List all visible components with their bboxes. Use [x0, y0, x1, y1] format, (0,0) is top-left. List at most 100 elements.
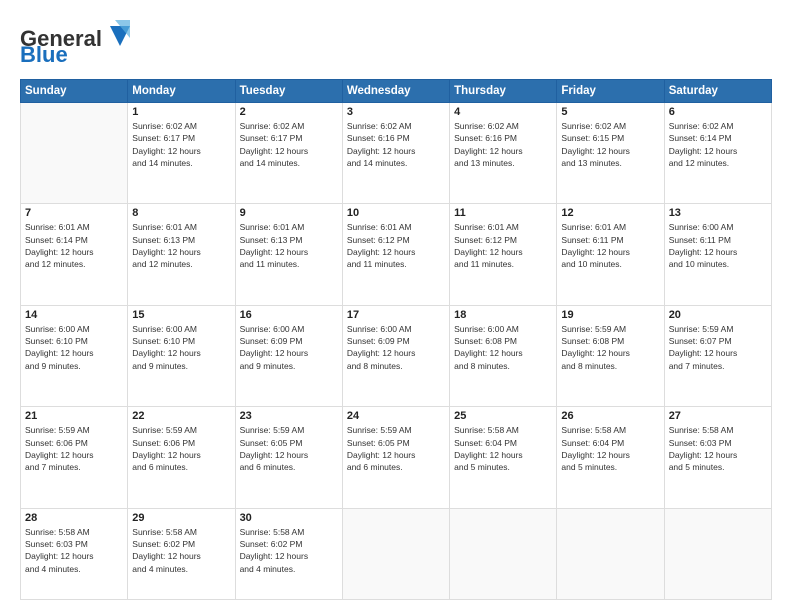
day-number: 18 [454, 309, 552, 321]
calendar-cell: 3 Sunrise: 6:02 AM Sunset: 6:16 PM Daylig… [342, 103, 449, 204]
day-number: 11 [454, 207, 552, 219]
calendar-cell: 10Sunrise: 6:01 AM Sunset: 6:12 PM Dayli… [342, 204, 449, 305]
day-number: 25 [454, 410, 552, 422]
day-number: 28 [25, 512, 123, 524]
calendar-cell: 16 Sunrise: 6:00 AM Sunset: 6:09 PM Dayli… [235, 305, 342, 406]
calendar-week-4: 21 Sunrise: 5:59 AM Sunset: 6:06 PM Dayli… [21, 407, 772, 508]
calendar-cell: 7 Sunrise: 6:01 AM Sunset: 6:14 PM Daylig… [21, 204, 128, 305]
day-info: Sunrise: 5:59 AM Sunset: 6:08 PM Dayligh… [561, 323, 659, 372]
day-info: Sunrise: 5:58 AM Sunset: 6:04 PM Dayligh… [454, 424, 552, 473]
calendar-cell: 21 Sunrise: 5:59 AM Sunset: 6:06 PM Dayli… [21, 407, 128, 508]
day-number: 27 [669, 410, 767, 422]
calendar-header-monday: Monday [128, 80, 235, 103]
calendar-cell: 6 Sunrise: 6:02 AM Sunset: 6:14 PM Daylig… [664, 103, 771, 204]
day-number: 9 [240, 207, 338, 219]
calendar-cell: 14 Sunrise: 6:00 AM Sunset: 6:10 PM Dayli… [21, 305, 128, 406]
calendar-cell: 22Sunrise: 5:59 AM Sunset: 6:06 PM Dayli… [128, 407, 235, 508]
calendar-cell: 15 Sunrise: 6:00 AM Sunset: 6:10 PM Dayli… [128, 305, 235, 406]
calendar-week-5: 28 Sunrise: 5:58 AM Sunset: 6:03 PM Dayli… [21, 508, 772, 599]
day-info: Sunrise: 6:02 AM Sunset: 6:16 PM Dayligh… [347, 120, 445, 169]
day-number: 17 [347, 309, 445, 321]
day-info: Sunrise: 6:01 AM Sunset: 6:12 PM Dayligh… [454, 221, 552, 270]
day-number: 20 [669, 309, 767, 321]
day-number: 19 [561, 309, 659, 321]
day-info: Sunrise: 5:59 AM Sunset: 6:05 PM Dayligh… [347, 424, 445, 473]
calendar-cell: 28 Sunrise: 5:58 AM Sunset: 6:03 PM Dayli… [21, 508, 128, 599]
calendar-cell: 1 Sunrise: 6:02 AM Sunset: 6:17 PM Daylig… [128, 103, 235, 204]
day-info: Sunrise: 6:01 AM Sunset: 6:11 PM Dayligh… [561, 221, 659, 270]
day-info: Sunrise: 5:59 AM Sunset: 6:06 PM Dayligh… [25, 424, 123, 473]
calendar-cell: 18 Sunrise: 6:00 AM Sunset: 6:08 PM Dayli… [450, 305, 557, 406]
day-number: 21 [25, 410, 123, 422]
calendar-header-thursday: Thursday [450, 80, 557, 103]
calendar-cell [342, 508, 449, 599]
calendar-header-row: SundayMondayTuesdayWednesdayThursdayFrid… [21, 80, 772, 103]
day-number: 15 [132, 309, 230, 321]
calendar-cell: 17Sunrise: 6:00 AM Sunset: 6:09 PM Dayli… [342, 305, 449, 406]
calendar-cell: 24Sunrise: 5:59 AM Sunset: 6:05 PM Dayli… [342, 407, 449, 508]
calendar-cell: 23 Sunrise: 5:59 AM Sunset: 6:05 PM Dayli… [235, 407, 342, 508]
day-info: Sunrise: 5:59 AM Sunset: 6:06 PM Dayligh… [132, 424, 230, 473]
day-info: Sunrise: 5:59 AM Sunset: 6:05 PM Dayligh… [240, 424, 338, 473]
day-number: 5 [561, 106, 659, 118]
calendar-header-saturday: Saturday [664, 80, 771, 103]
day-number: 14 [25, 309, 123, 321]
calendar-header-sunday: Sunday [21, 80, 128, 103]
day-number: 16 [240, 309, 338, 321]
calendar-header-tuesday: Tuesday [235, 80, 342, 103]
day-info: Sunrise: 6:02 AM Sunset: 6:17 PM Dayligh… [240, 120, 338, 169]
calendar-header-wednesday: Wednesday [342, 80, 449, 103]
day-info: Sunrise: 5:58 AM Sunset: 6:04 PM Dayligh… [561, 424, 659, 473]
day-number: 23 [240, 410, 338, 422]
day-info: Sunrise: 6:00 AM Sunset: 6:11 PM Dayligh… [669, 221, 767, 270]
calendar-cell [557, 508, 664, 599]
calendar-cell: 5 Sunrise: 6:02 AM Sunset: 6:15 PM Daylig… [557, 103, 664, 204]
calendar-cell: 8 Sunrise: 6:01 AM Sunset: 6:13 PM Daylig… [128, 204, 235, 305]
day-info: Sunrise: 6:00 AM Sunset: 6:09 PM Dayligh… [240, 323, 338, 372]
calendar-header-friday: Friday [557, 80, 664, 103]
header: General Blue [20, 18, 772, 69]
day-number: 30 [240, 512, 338, 524]
day-number: 7 [25, 207, 123, 219]
calendar-cell: 13 Sunrise: 6:00 AM Sunset: 6:11 PM Dayli… [664, 204, 771, 305]
calendar-cell: 27 Sunrise: 5:58 AM Sunset: 6:03 PM Dayli… [664, 407, 771, 508]
day-info: Sunrise: 5:58 AM Sunset: 6:02 PM Dayligh… [240, 526, 338, 575]
day-info: Sunrise: 6:01 AM Sunset: 6:13 PM Dayligh… [240, 221, 338, 270]
day-number: 26 [561, 410, 659, 422]
day-number: 2 [240, 106, 338, 118]
logo: General Blue [20, 18, 130, 69]
day-number: 8 [132, 207, 230, 219]
logo-text: General Blue [20, 18, 130, 69]
calendar-week-3: 14 Sunrise: 6:00 AM Sunset: 6:10 PM Dayli… [21, 305, 772, 406]
day-info: Sunrise: 6:02 AM Sunset: 6:15 PM Dayligh… [561, 120, 659, 169]
day-info: Sunrise: 6:01 AM Sunset: 6:14 PM Dayligh… [25, 221, 123, 270]
day-number: 12 [561, 207, 659, 219]
day-info: Sunrise: 6:02 AM Sunset: 6:14 PM Dayligh… [669, 120, 767, 169]
day-info: Sunrise: 5:58 AM Sunset: 6:03 PM Dayligh… [669, 424, 767, 473]
day-info: Sunrise: 6:01 AM Sunset: 6:12 PM Dayligh… [347, 221, 445, 270]
day-info: Sunrise: 5:59 AM Sunset: 6:07 PM Dayligh… [669, 323, 767, 372]
calendar-cell: 4 Sunrise: 6:02 AM Sunset: 6:16 PM Daylig… [450, 103, 557, 204]
day-number: 1 [132, 106, 230, 118]
calendar-cell: 12 Sunrise: 6:01 AM Sunset: 6:11 PM Dayli… [557, 204, 664, 305]
day-info: Sunrise: 5:58 AM Sunset: 6:03 PM Dayligh… [25, 526, 123, 575]
day-info: Sunrise: 6:00 AM Sunset: 6:10 PM Dayligh… [132, 323, 230, 372]
day-number: 3 [347, 106, 445, 118]
calendar-cell: 19 Sunrise: 5:59 AM Sunset: 6:08 PM Dayli… [557, 305, 664, 406]
day-info: Sunrise: 6:02 AM Sunset: 6:16 PM Dayligh… [454, 120, 552, 169]
day-number: 4 [454, 106, 552, 118]
day-info: Sunrise: 6:00 AM Sunset: 6:10 PM Dayligh… [25, 323, 123, 372]
day-info: Sunrise: 6:02 AM Sunset: 6:17 PM Dayligh… [132, 120, 230, 169]
calendar-cell: 20 Sunrise: 5:59 AM Sunset: 6:07 PM Dayli… [664, 305, 771, 406]
page: General Blue SundayMondayTuesdayWednesda… [0, 0, 792, 612]
day-number: 13 [669, 207, 767, 219]
calendar-cell: 25 Sunrise: 5:58 AM Sunset: 6:04 PM Dayli… [450, 407, 557, 508]
day-number: 6 [669, 106, 767, 118]
calendar-cell: 26 Sunrise: 5:58 AM Sunset: 6:04 PM Dayli… [557, 407, 664, 508]
calendar-cell: 9 Sunrise: 6:01 AM Sunset: 6:13 PM Daylig… [235, 204, 342, 305]
day-info: Sunrise: 6:00 AM Sunset: 6:08 PM Dayligh… [454, 323, 552, 372]
day-info: Sunrise: 6:01 AM Sunset: 6:13 PM Dayligh… [132, 221, 230, 270]
calendar-cell [450, 508, 557, 599]
calendar-cell: 30 Sunrise: 5:58 AM Sunset: 6:02 PM Dayli… [235, 508, 342, 599]
calendar-cell: 11 Sunrise: 6:01 AM Sunset: 6:12 PM Dayli… [450, 204, 557, 305]
